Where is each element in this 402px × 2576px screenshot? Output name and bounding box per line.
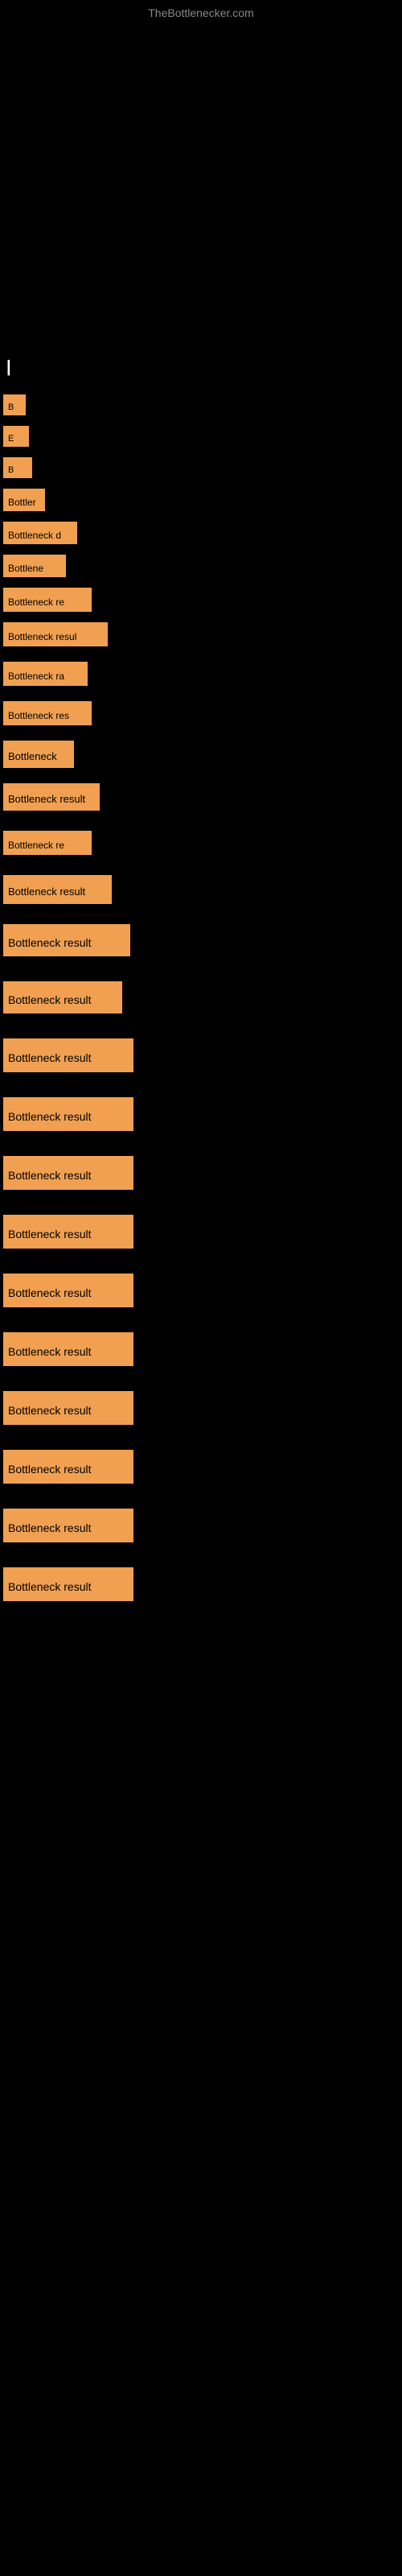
- list-item: Bottleneck result: [0, 1509, 402, 1546]
- list-item: Bottleneck ra: [0, 662, 402, 690]
- list-item: Bottleneck re: [0, 831, 402, 859]
- list-item: Bottleneck result: [0, 1097, 402, 1135]
- list-item: Bottleneck result: [0, 1332, 402, 1370]
- bottleneck-label: Bottleneck result: [3, 1215, 133, 1249]
- bottleneck-label: Bottleneck result: [3, 783, 100, 811]
- list-item: Bottler: [0, 489, 402, 515]
- bottleneck-label: Bottler: [3, 489, 45, 511]
- bottleneck-label: Bottleneck result: [3, 875, 112, 904]
- list-item: Bottleneck res: [0, 701, 402, 729]
- bottleneck-label: Bottleneck result: [3, 1038, 133, 1072]
- bottleneck-label: Bottleneck res: [3, 701, 92, 725]
- bottleneck-label: Bottleneck result: [3, 1274, 133, 1307]
- list-item: Bottleneck d: [0, 522, 402, 548]
- bottleneck-label: Bottleneck result: [3, 1097, 133, 1131]
- list-item: Bottleneck result: [0, 875, 402, 908]
- bottleneck-label: Bottleneck resul: [3, 622, 108, 646]
- bottleneck-label: Bottleneck d: [3, 522, 77, 544]
- bottleneck-label: Bottleneck result: [3, 981, 122, 1013]
- list-item: Bottleneck result: [0, 1156, 402, 1194]
- list-item: Bottleneck result: [0, 1274, 402, 1311]
- cursor-indicator: |: [6, 358, 11, 377]
- list-item: E: [0, 426, 402, 451]
- list-item: Bottleneck result: [0, 1215, 402, 1253]
- list-item: Bottleneck result: [0, 1450, 402, 1488]
- list-item: Bottleneck result: [0, 783, 402, 815]
- bottleneck-label: Bottleneck result: [3, 1391, 133, 1425]
- bottleneck-label: B: [3, 394, 26, 415]
- bottleneck-label: Bottleneck re: [3, 588, 92, 612]
- list-item: Bottleneck resul: [0, 622, 402, 650]
- list-item: B: [0, 457, 402, 482]
- bottleneck-label: B: [3, 457, 32, 478]
- bottleneck-label: Bottleneck result: [3, 1156, 133, 1190]
- list-item: Bottleneck: [0, 741, 402, 772]
- bottleneck-list: BEB Bottler Bottleneck d Bottlene Bottleneck…: [0, 394, 402, 1626]
- bottleneck-label: Bottleneck ra: [3, 662, 88, 686]
- bottleneck-label: Bottlene: [3, 555, 66, 577]
- bottleneck-label: Bottleneck result: [3, 924, 130, 956]
- list-item: Bottleneck result: [0, 1567, 402, 1605]
- bottleneck-label: Bottleneck result: [3, 1332, 133, 1366]
- site-title: TheBottlenecker.com: [148, 6, 254, 19]
- bottleneck-label: Bottleneck: [3, 741, 74, 768]
- bottleneck-label: E: [3, 426, 29, 447]
- bottleneck-label: Bottleneck result: [3, 1567, 133, 1601]
- list-item: Bottleneck result: [0, 981, 402, 1018]
- bottleneck-label: Bottleneck re: [3, 831, 92, 855]
- list-item: Bottleneck result: [0, 1391, 402, 1429]
- list-item: Bottleneck result: [0, 924, 402, 960]
- bottleneck-label: Bottleneck result: [3, 1450, 133, 1484]
- list-item: B: [0, 394, 402, 419]
- list-item: Bottleneck re: [0, 588, 402, 616]
- list-item: Bottlene: [0, 555, 402, 581]
- list-item: Bottleneck result: [0, 1038, 402, 1076]
- bottleneck-label: Bottleneck result: [3, 1509, 133, 1542]
